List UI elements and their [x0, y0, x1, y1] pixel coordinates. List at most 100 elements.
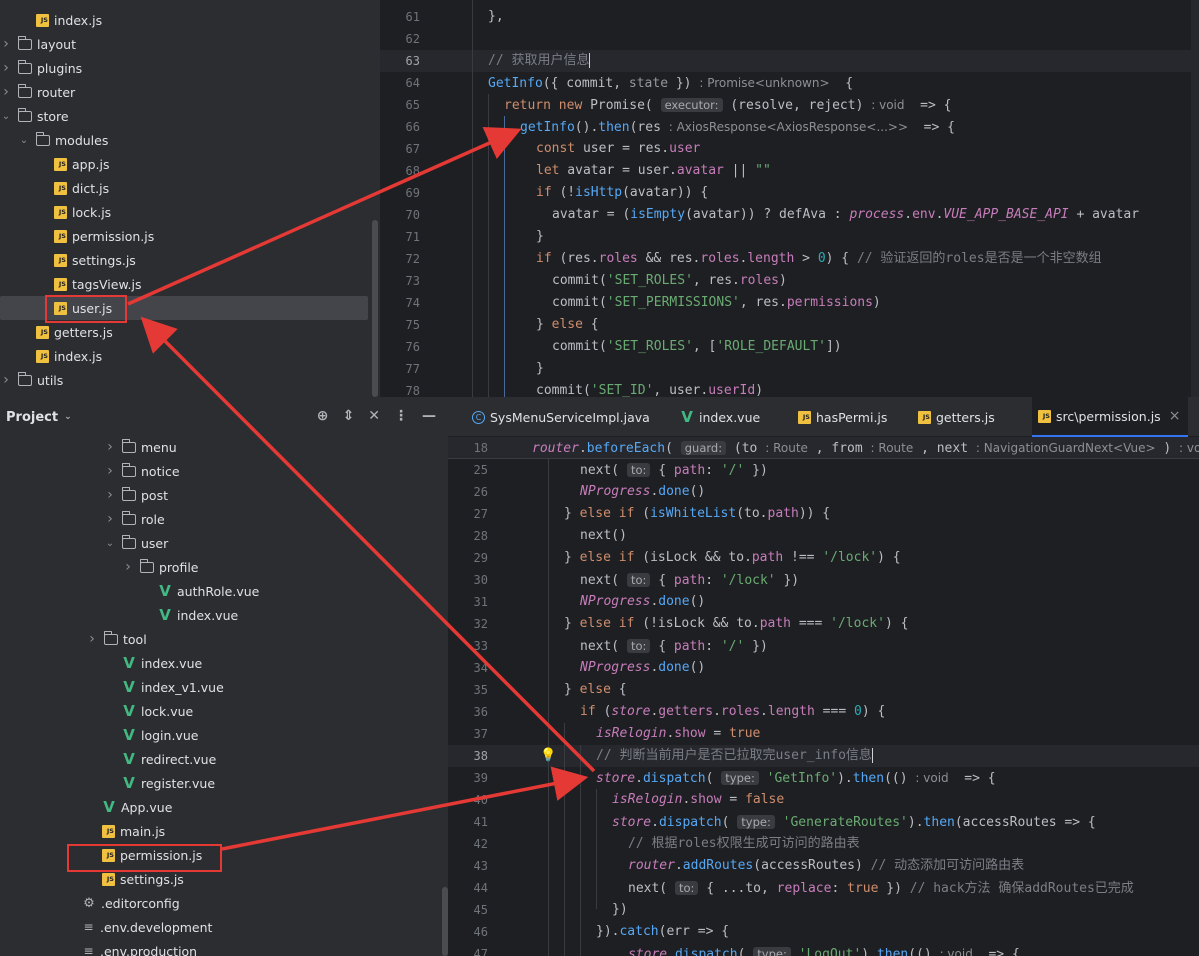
- line-number: 29: [473, 551, 488, 565]
- editor-tab[interactable]: JS hasPermi.js: [798, 397, 887, 437]
- project-tree-item[interactable]: Vregister.vue: [122, 771, 215, 795]
- chevron-right-icon[interactable]: ›: [104, 463, 116, 479]
- editor-tabs: C SysMenuServiceImpl.java Vindex.vue JS hasP…: [448, 397, 1199, 437]
- chevron-right-icon[interactable]: ›: [0, 60, 12, 76]
- project-tree-item[interactable]: Vindex.vue: [158, 603, 238, 627]
- project-tree-item[interactable]: V App.vue: [102, 795, 172, 819]
- tree-item-label: profile: [159, 559, 199, 575]
- tree-item-label: dict.js: [72, 180, 110, 196]
- line-number: 47: [473, 947, 488, 956]
- chevron-down-icon[interactable]: ⌄: [18, 134, 30, 146]
- project-tree-item[interactable]: › role: [104, 507, 165, 531]
- chevron-right-icon[interactable]: ›: [122, 559, 134, 575]
- code-line: // 获取用户信息: [488, 53, 591, 68]
- project-tree-item[interactable]: ≡ .env.production: [82, 939, 197, 956]
- line-number: 44: [473, 881, 488, 895]
- folder-icon: [122, 462, 136, 477]
- project-tree-item[interactable]: Vindex.vue: [122, 651, 202, 675]
- project-tree-item[interactable]: Vlogin.vue: [122, 723, 198, 747]
- project-tree-item[interactable]: › profile: [122, 555, 198, 579]
- tree-item-label: authRole.vue: [177, 583, 260, 599]
- tree-item[interactable]: › plugins: [0, 56, 82, 80]
- highlight-box-permission-js: [67, 844, 222, 872]
- project-tree-item[interactable]: Vlock.vue: [122, 699, 193, 723]
- editor-tab[interactable]: JS getters.js: [918, 397, 995, 437]
- tree-item[interactable]: JS getters.js: [36, 320, 113, 344]
- tree-item[interactable]: › router: [0, 80, 75, 104]
- tree-item[interactable]: JS app.js: [54, 152, 110, 176]
- user-store-editor[interactable]: 61 62 63 64 65 66 67 68 69 70 71 72 73 74 75 76 77 78 }, …: [380, 0, 1199, 397]
- code-line: GetInfo({ commit, state }) : Promise<unk…: [488, 76, 854, 91]
- project-tree-item[interactable]: ⌄ user: [104, 531, 168, 555]
- tree-item[interactable]: ⌄ modules: [18, 128, 108, 152]
- tree-item[interactable]: JS tagsView.js: [54, 272, 141, 296]
- tree-item[interactable]: › layout: [0, 32, 76, 56]
- editor-tab[interactable]: JS src\permission.js ×: [1032, 397, 1189, 437]
- project-tree-item[interactable]: Vredirect.vue: [122, 747, 216, 771]
- editor-tab[interactable]: C SysMenuServiceImpl.java: [472, 397, 650, 437]
- folder-icon: [18, 371, 32, 386]
- project-tree-item[interactable]: › notice: [104, 459, 180, 483]
- close-icon[interactable]: ×: [1169, 408, 1181, 424]
- chevron-right-icon[interactable]: ›: [0, 84, 12, 100]
- lines-icon: ≡: [83, 920, 94, 934]
- collapse-icon[interactable]: ✕: [368, 408, 380, 424]
- editor-tab[interactable]: Vindex.vue: [680, 397, 760, 437]
- code-line: NProgress.done(): [580, 484, 706, 499]
- line-number: 25: [473, 463, 488, 477]
- line-number: 32: [473, 617, 488, 631]
- project-tree-item[interactable]: JS main.js: [102, 819, 165, 843]
- tree-item-label: post: [141, 487, 168, 503]
- project-tree-item[interactable]: Vindex_v1.vue: [122, 675, 224, 699]
- chevron-right-icon[interactable]: ›: [104, 487, 116, 503]
- chevron-right-icon[interactable]: ›: [104, 511, 116, 527]
- tree-item[interactable]: › utils: [0, 368, 63, 392]
- line-number: 26: [473, 485, 488, 499]
- chevron-right-icon[interactable]: ›: [86, 631, 98, 647]
- scrollbar-thumb[interactable]: [372, 220, 378, 397]
- project-tree-item[interactable]: › post: [104, 483, 168, 507]
- scrollbar[interactable]: [1191, 0, 1199, 397]
- tree-item[interactable]: JS index.js: [36, 344, 102, 368]
- router-permission-editor[interactable]: C SysMenuServiceImpl.java Vindex.vue JS hasP…: [448, 397, 1199, 956]
- code-line: isRelogin.show = true: [596, 726, 761, 741]
- tree-item[interactable]: JS permission.js: [54, 224, 154, 248]
- chevron-down-icon[interactable]: ⌄: [64, 412, 72, 422]
- js-file-icon: JS: [54, 181, 67, 195]
- project-tree-item[interactable]: VauthRole.vue: [158, 579, 259, 603]
- chevron-right-icon[interactable]: ›: [0, 372, 12, 388]
- chevron-right-icon[interactable]: ›: [0, 36, 12, 52]
- tab-label: SysMenuServiceImpl.java: [490, 409, 650, 425]
- sticky-scroll-header[interactable]: 18 router.beforeEach( guard: (to : Route…: [448, 437, 1199, 459]
- tree-item-label: main.js: [120, 823, 166, 839]
- js-file-icon: JS: [102, 872, 115, 886]
- project-tree-item[interactable]: ⚙ .editorconfig: [82, 891, 180, 915]
- chevron-down-icon[interactable]: ⌄: [104, 537, 116, 549]
- js-file-icon: JS: [1038, 409, 1051, 423]
- tree-item[interactable]: ⌄ store: [0, 104, 69, 128]
- tab-label: getters.js: [936, 409, 995, 425]
- project-tree-item[interactable]: ≡ .env.development: [82, 915, 212, 939]
- code-line: NProgress.done(): [580, 660, 706, 675]
- indent-guide: [472, 0, 473, 397]
- chevron-down-icon[interactable]: ⌄: [0, 110, 12, 122]
- tree-item-label: .editorconfig: [101, 895, 180, 911]
- line-number: 66: [405, 120, 420, 134]
- project-tree-item[interactable]: › menu: [104, 435, 177, 459]
- code-line: commit('SET_PERMISSIONS', res.permission…: [552, 295, 881, 310]
- more-icon[interactable]: ⋮: [394, 408, 408, 424]
- tree-item[interactable]: JS dict.js: [54, 176, 109, 200]
- chevron-right-icon[interactable]: ›: [104, 439, 116, 455]
- code-line: next(): [580, 528, 627, 543]
- panel-title[interactable]: Project: [6, 410, 58, 425]
- line-number: 78: [405, 384, 420, 397]
- minimize-icon[interactable]: —: [422, 408, 436, 424]
- project-tree-item[interactable]: › tool: [86, 627, 147, 651]
- tree-item[interactable]: JS settings.js: [54, 248, 136, 272]
- code-line: // 判断当前用户是否已拉取完user_info信息: [596, 748, 873, 763]
- tree-item[interactable]: JS index.js: [36, 8, 102, 32]
- tree-item[interactable]: JS lock.js: [54, 200, 111, 224]
- expand-icon[interactable]: ⇕: [343, 408, 355, 424]
- lightbulb-icon[interactable]: 💡: [540, 748, 556, 763]
- locate-icon[interactable]: ⊕: [317, 408, 329, 424]
